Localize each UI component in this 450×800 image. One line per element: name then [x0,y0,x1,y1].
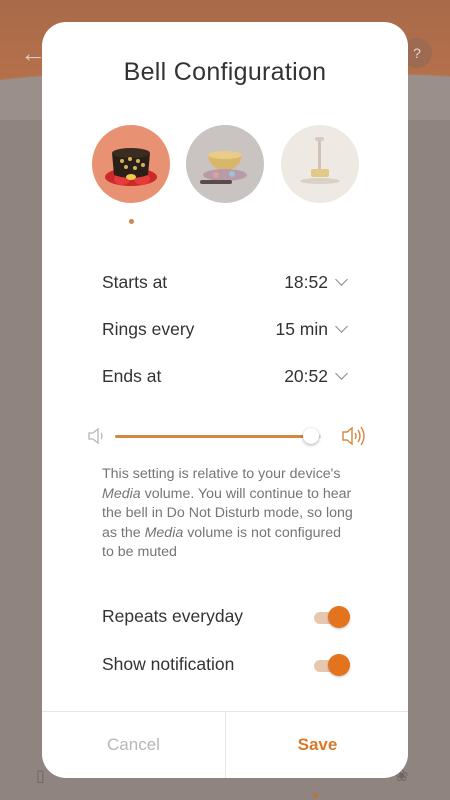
chevron-down-icon[interactable] [335,367,348,380]
rings-every-label: Rings every [102,319,195,339]
volume-control [86,422,366,452]
repeats-everyday-label: Repeats everyday [102,606,244,626]
bell-option-2[interactable] [186,125,264,203]
ends-at-label: Ends at [102,366,162,386]
show-notification-row: Show notification [102,650,350,680]
note-media-1: Media [102,485,141,502]
volume-slider-thumb[interactable] [303,428,319,444]
bell-option-3[interactable] [281,125,359,203]
speaker-high-icon [342,426,365,446]
show-notification-toggle[interactable] [312,653,350,677]
ends-at-row[interactable]: Ends at 20:52 [102,362,350,392]
nav-active-dot [313,793,318,798]
bell-3-image-icon [300,137,340,184]
ends-at-value[interactable]: 20:52 [284,366,328,387]
bell-1-image-icon [105,148,157,186]
rings-every-value[interactable]: 15 min [275,319,328,340]
volume-slider[interactable] [115,428,321,444]
note-media-2: Media [144,524,184,541]
bell-2-image-icon [200,151,247,184]
repeats-everyday-row: Repeats everyday [102,602,350,632]
volume-slider-fill [115,435,311,438]
bell-option-1[interactable] [92,125,170,203]
bell-selector [42,125,408,224]
starts-at-value[interactable]: 18:52 [284,272,328,293]
chevron-down-icon[interactable] [335,273,348,286]
chevron-down-icon[interactable] [335,320,348,333]
repeats-everyday-toggle[interactable] [312,605,350,629]
starts-at-label: Starts at [102,272,168,292]
starts-at-row[interactable]: Starts at 18:52 [102,268,350,298]
cancel-button[interactable]: Cancel [42,712,225,778]
toggle-knob [328,606,350,628]
rings-every-row[interactable]: Rings every 15 min [102,315,350,345]
speaker-low-icon [88,427,103,445]
toggle-knob [328,654,350,676]
selected-bell-indicator [129,219,134,224]
volume-note: This setting is relative to your device'… [102,465,354,563]
show-notification-label: Show notification [102,654,235,674]
dialog-footer: Cancel Save [42,711,408,778]
save-button[interactable]: Save [226,712,408,778]
note-text-1: This setting is relative to your device'… [102,466,341,482]
dialog-title: Bell Configuration [123,58,327,86]
bell-configuration-dialog: Bell Configuration Starts at 18:52 Rings… [42,22,408,778]
